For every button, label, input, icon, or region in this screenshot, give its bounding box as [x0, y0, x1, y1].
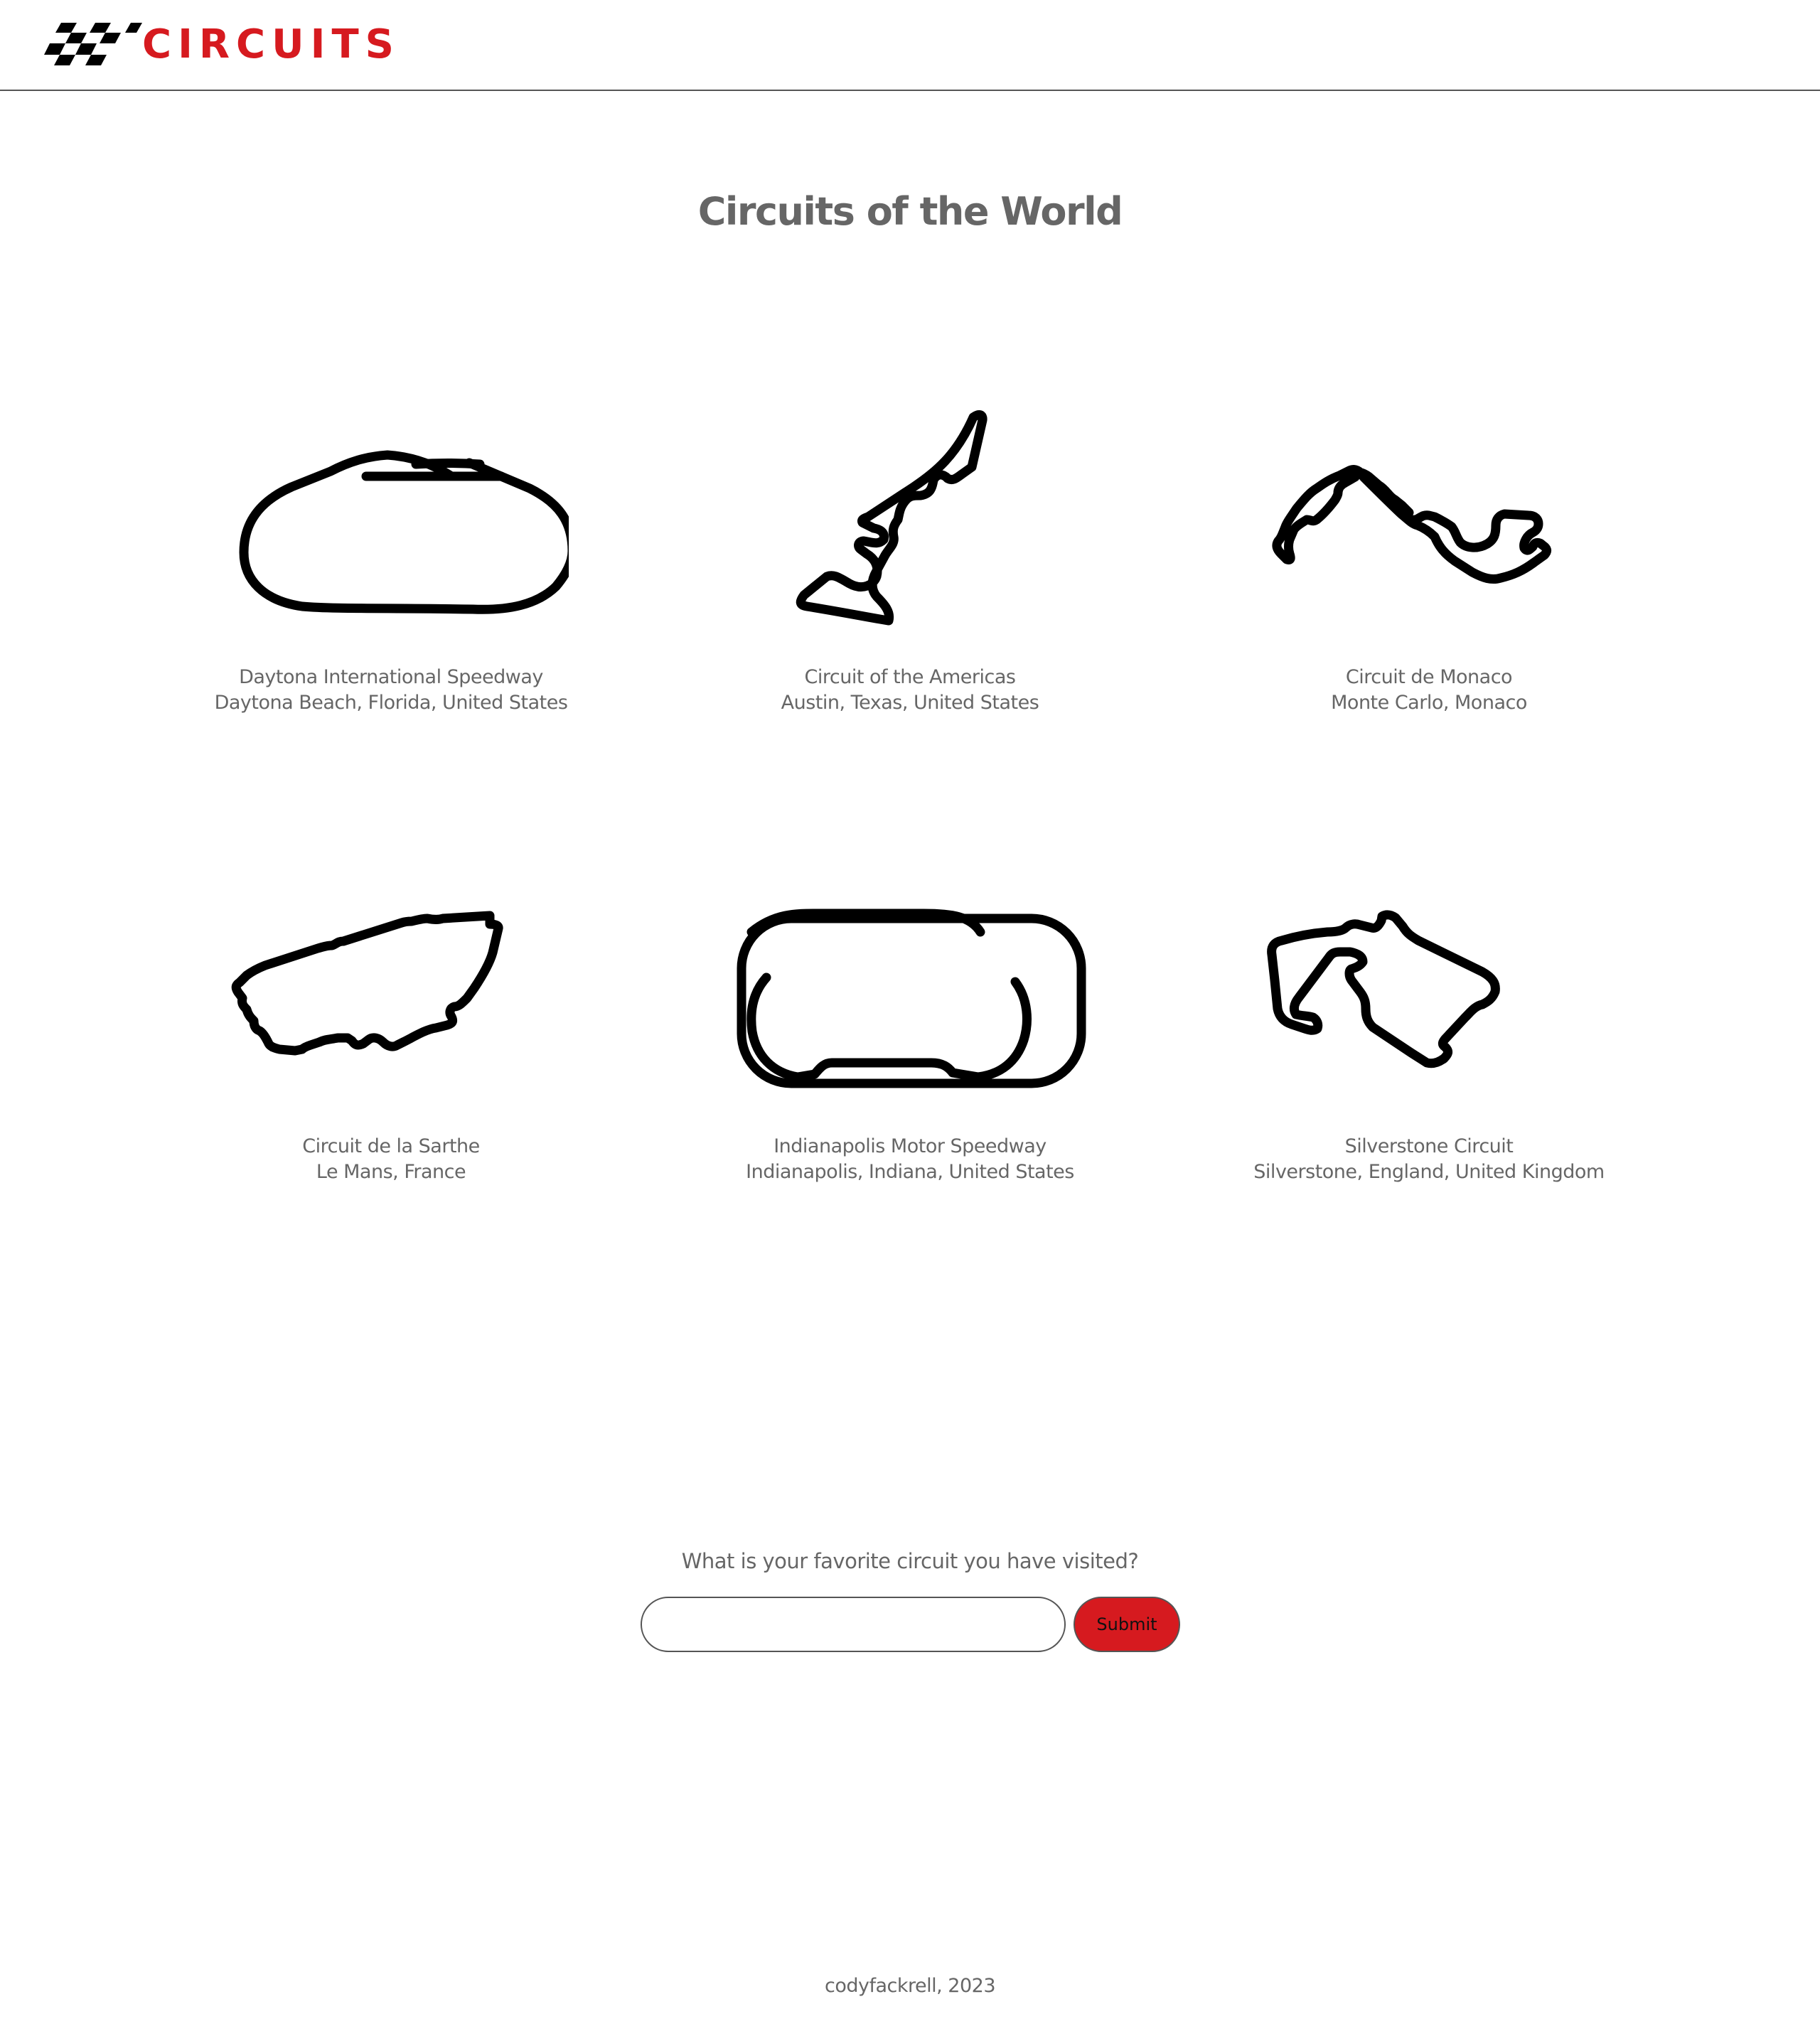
circuit-name: Silverstone Circuit: [1344, 1135, 1514, 1157]
circuit-location: Le Mans, France: [316, 1161, 466, 1183]
circuit-card-silverstone[interactable]: Silverstone Circuit Silverstone, England…: [1169, 864, 1688, 1185]
circuit-location: Silverstone, England, United Kingdom: [1253, 1161, 1605, 1183]
circuit-name: Circuit de la Sarthe: [302, 1135, 480, 1157]
favorite-circuit-input[interactable]: [641, 1597, 1066, 1652]
site-logo[interactable]: CIRCUITS: [43, 21, 400, 68]
cota-track-icon: [796, 410, 987, 626]
checkered-flag-icon: [44, 23, 142, 65]
circuit-name: Indianapolis Motor Speedway: [774, 1135, 1046, 1157]
favorite-circuit-question: What is your favorite circuit you have v…: [681, 1549, 1139, 1573]
circuit-card-daytona[interactable]: Daytona International Speedway Daytona B…: [132, 395, 651, 716]
circuit-name: Circuit de Monaco: [1345, 666, 1513, 688]
circuit-location: Monte Carlo, Monaco: [1331, 692, 1527, 714]
circuit-name: Daytona International Speedway: [239, 666, 543, 688]
circuit-name: Circuit of the Americas: [804, 666, 1016, 688]
monaco-track-icon: [1272, 465, 1552, 584]
silverstone-track-icon: [1267, 910, 1500, 1068]
circuit-location: Daytona Beach, Florida, United States: [214, 692, 568, 714]
footer-credit: codyfackrell, 2023: [824, 1975, 996, 1997]
circuit-card-indianapolis[interactable]: Indianapolis Motor Speedway Indianapolis…: [651, 864, 1169, 1185]
submit-button[interactable]: Submit: [1074, 1597, 1180, 1652]
circuit-location: Austin, Texas, United States: [781, 692, 1039, 714]
circuit-location: Indianapolis, Indiana, United States: [746, 1161, 1074, 1183]
page-title: Circuits of the World: [697, 189, 1123, 234]
le-mans-track-icon: [231, 911, 503, 1056]
indianapolis-track-icon: [737, 909, 1086, 1088]
logo-text: CIRCUITS: [142, 21, 400, 68]
site-header: CIRCUITS: [0, 0, 1820, 91]
circuit-card-monaco[interactable]: Circuit de Monaco Monte Carlo, Monaco: [1169, 395, 1688, 716]
circuit-card-le-mans[interactable]: Circuit de la Sarthe Le Mans, France: [132, 864, 651, 1185]
circuit-card-cota[interactable]: Circuit of the Americas Austin, Texas, U…: [651, 395, 1169, 716]
daytona-track-icon: [239, 450, 569, 614]
